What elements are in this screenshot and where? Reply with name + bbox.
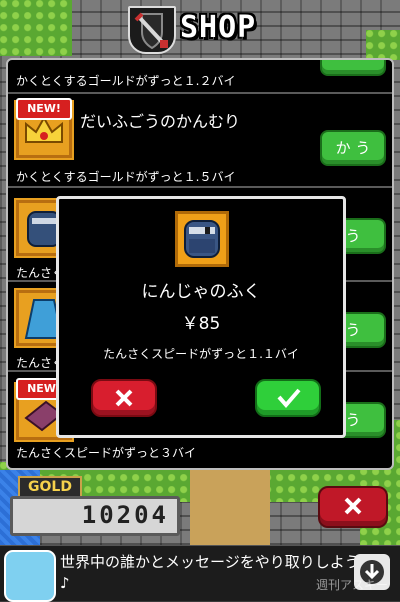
shop-title: SHOP [180, 10, 257, 45]
gold-amount: 10204 [81, 501, 169, 529]
dialog-item-price: ￥85 [181, 314, 221, 334]
new-badge: NEW! [16, 98, 72, 120]
close-shop-button[interactable] [318, 486, 388, 528]
buy-button[interactable] [320, 60, 386, 76]
gold-counter: 10204 [10, 496, 180, 536]
cancel-button[interactable] [91, 379, 157, 417]
dirt-path [190, 466, 270, 545]
app-icon[interactable] [4, 550, 56, 602]
sword-shield-icon [128, 6, 176, 54]
close-icon [344, 497, 362, 515]
watermark-credit: 週刊アスキー [316, 578, 389, 592]
shop-item-row: NEW! だいふごうのかんむり か う かくとくするゴールドがずっと１.５バイ [8, 94, 392, 188]
item-description: たんさくスピードがずっと３バイ [16, 446, 197, 460]
close-icon [115, 389, 133, 407]
gold-label: GOLD [18, 476, 82, 498]
shop-header: SHOP [0, 0, 400, 56]
shop-item-row: かくとくするゴールドがずっと１.２バイ [8, 60, 392, 94]
item-name: だいふごうのかんむり [80, 112, 241, 131]
ad-text[interactable]: 世界中の誰かとメッセージをやり取りしよう♪ [60, 552, 360, 594]
buy-button[interactable]: か う [320, 130, 386, 166]
confirm-button[interactable] [255, 379, 321, 417]
ninja-outfit-icon [175, 211, 229, 267]
dialog-item-description: たんさくスピードがずっと１.１バイ [103, 347, 299, 361]
dialog-item-name: にんじゃのふく [141, 282, 261, 302]
check-icon [277, 388, 301, 409]
item-description: かくとくするゴールドがずっと１.２バイ [16, 74, 236, 88]
item-description: かくとくするゴールドがずっと１.５バイ [16, 170, 236, 184]
purchase-dialog: にんじゃのふく ￥85 たんさくスピードがずっと１.１バイ [56, 196, 346, 438]
